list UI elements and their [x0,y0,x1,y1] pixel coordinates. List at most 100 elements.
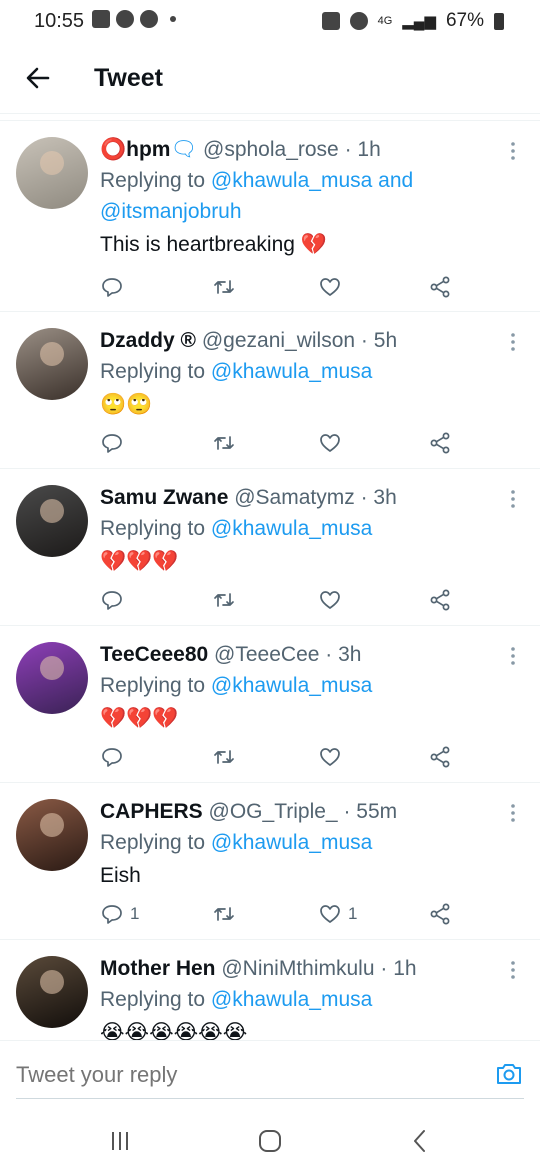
retweet-icon [214,907,234,921]
share-button[interactable] [428,899,452,929]
user-handle[interactable]: @NiniMthimkulu [221,957,374,980]
mention-link[interactable]: @khawula_musa [211,360,372,383]
replying-label: Replying to [100,169,206,192]
mention-link[interactable]: @itsmanjobruh [100,200,242,223]
reply-button[interactable] [100,742,130,772]
display-name[interactable]: Samu Zwane [100,486,228,509]
avatar[interactable] [16,328,88,400]
user-handle[interactable]: @Samatymz [234,486,355,509]
mention-link[interactable]: @khawula_musa [211,169,372,192]
reply-button[interactable]: 1 [100,899,139,929]
replying-to: Replying to @khawula_musa [100,356,500,387]
arrow-left-icon [26,67,50,89]
user-handle[interactable]: @TeeeCee [214,643,319,666]
tweet-item[interactable]: CAPHERS @OG_Triple_ · 55m Replying to @k… [0,783,540,940]
reply-input[interactable] [16,1051,476,1099]
avatar[interactable] [16,799,88,871]
user-handle[interactable]: @OG_Triple_ [209,800,338,823]
more-vertical-icon [511,647,515,665]
tweet-item[interactable]: Samu Zwane @Samatymz · 3h Replying to @k… [0,469,540,626]
back-button[interactable] [22,62,54,94]
retweet-button[interactable] [212,585,236,615]
avatar[interactable] [16,642,88,714]
tweet-header: TeeCeee80 @TeeeCee · 3h [100,640,500,670]
system-nav-bar [0,1106,540,1170]
tweet-time: 1h [357,138,381,161]
tweet-item[interactable]: Mother Hen @NiniMthimkulu · 1h Replying … [0,940,540,1040]
reply-composer [0,1040,540,1106]
user-handle[interactable]: @gezani_wilson [202,329,355,352]
share-button[interactable] [428,428,452,458]
tweet-actions: 1 1 [100,899,480,929]
like-button[interactable] [318,742,348,772]
tweet-text: This is heartbreaking 💔 [100,233,327,256]
like-button[interactable] [318,585,348,615]
separator-dot: · [343,800,351,823]
status-time: 10:55 [34,10,85,32]
share-icon [430,432,450,454]
avatar[interactable] [16,956,88,1028]
tweet-header: Mother Hen @NiniMthimkulu · 1h [100,954,500,984]
avatar[interactable] [16,485,88,557]
tweet-item[interactable]: TeeCeee80 @TeeeCee · 3h Replying to @kha… [0,626,540,783]
like-button[interactable]: 1 [318,899,357,929]
mention-link[interactable]: @khawula_musa [211,517,372,540]
reply-button[interactable] [100,428,130,458]
retweet-button[interactable] [212,272,236,302]
display-name[interactable]: Dzaddy ® [100,329,196,352]
more-button[interactable] [506,960,520,980]
tweet-actions [100,585,480,615]
retweet-button[interactable] [212,899,236,929]
reply-button[interactable] [100,272,130,302]
tweet-item[interactable]: ⭕hpm🗨 @sphola_rose · 1h Replying to @kha… [0,120,540,312]
like-button[interactable] [318,428,348,458]
tweet-time: 3h [338,643,362,666]
camera-button[interactable] [494,1059,524,1089]
reply-divider [16,1098,524,1099]
tweet-text: 💔💔💔 [100,707,179,730]
display-name[interactable]: hpm [126,138,170,161]
share-button[interactable] [428,585,452,615]
tweet-time: 3h [373,486,397,509]
retweet-button[interactable] [212,428,236,458]
more-button[interactable] [506,646,520,666]
more-button[interactable] [506,141,520,161]
whatsapp-icon [116,10,134,28]
retweet-icon [214,593,234,607]
display-name[interactable]: TeeCeee80 [100,643,208,666]
like-button[interactable] [318,272,348,302]
more-vertical-icon [511,961,515,979]
tweet-header: Dzaddy ® @gezani_wilson · 5h [100,326,500,356]
share-icon [430,903,450,925]
display-name[interactable]: CAPHERS [100,800,203,823]
replying-to: Replying to @khawula_musa [100,513,500,544]
mention-link[interactable]: @khawula_musa [211,988,372,1011]
tweet-time: 5h [373,329,398,352]
share-button[interactable] [428,742,452,772]
heart-icon [320,278,340,296]
retweet-button[interactable] [212,742,236,772]
home-button[interactable] [255,1126,285,1156]
replying-to: Replying to @khawula_musa [100,670,500,701]
system-back-button[interactable] [405,1126,435,1156]
more-button[interactable] [506,803,520,823]
separator-dot: · [344,138,352,161]
recents-button[interactable] [105,1126,135,1156]
reply-button[interactable] [100,585,130,615]
replying-label: Replying to [100,517,206,540]
mention-joiner[interactable]: and [378,169,413,192]
more-button[interactable] [506,489,520,509]
tweet-item[interactable]: Dzaddy ® @gezani_wilson · 5h Replying to… [0,312,540,469]
more-button[interactable] [506,332,520,352]
share-button[interactable] [428,272,452,302]
display-name[interactable]: Mother Hen [100,957,216,980]
heart-icon [320,905,340,923]
speech-bubble-icon [102,905,122,924]
mention-link[interactable]: @khawula_musa [211,831,372,854]
avatar[interactable] [16,137,88,209]
user-handle[interactable]: @sphola_rose [203,138,339,161]
tweet-actions [100,272,480,302]
mention-link[interactable]: @khawula_musa [211,674,372,697]
tweet-content: Dzaddy ® @gezani_wilson · 5h Replying to… [100,326,500,421]
tweet-text: 😭😭😭😭😭😭 [100,1021,248,1040]
